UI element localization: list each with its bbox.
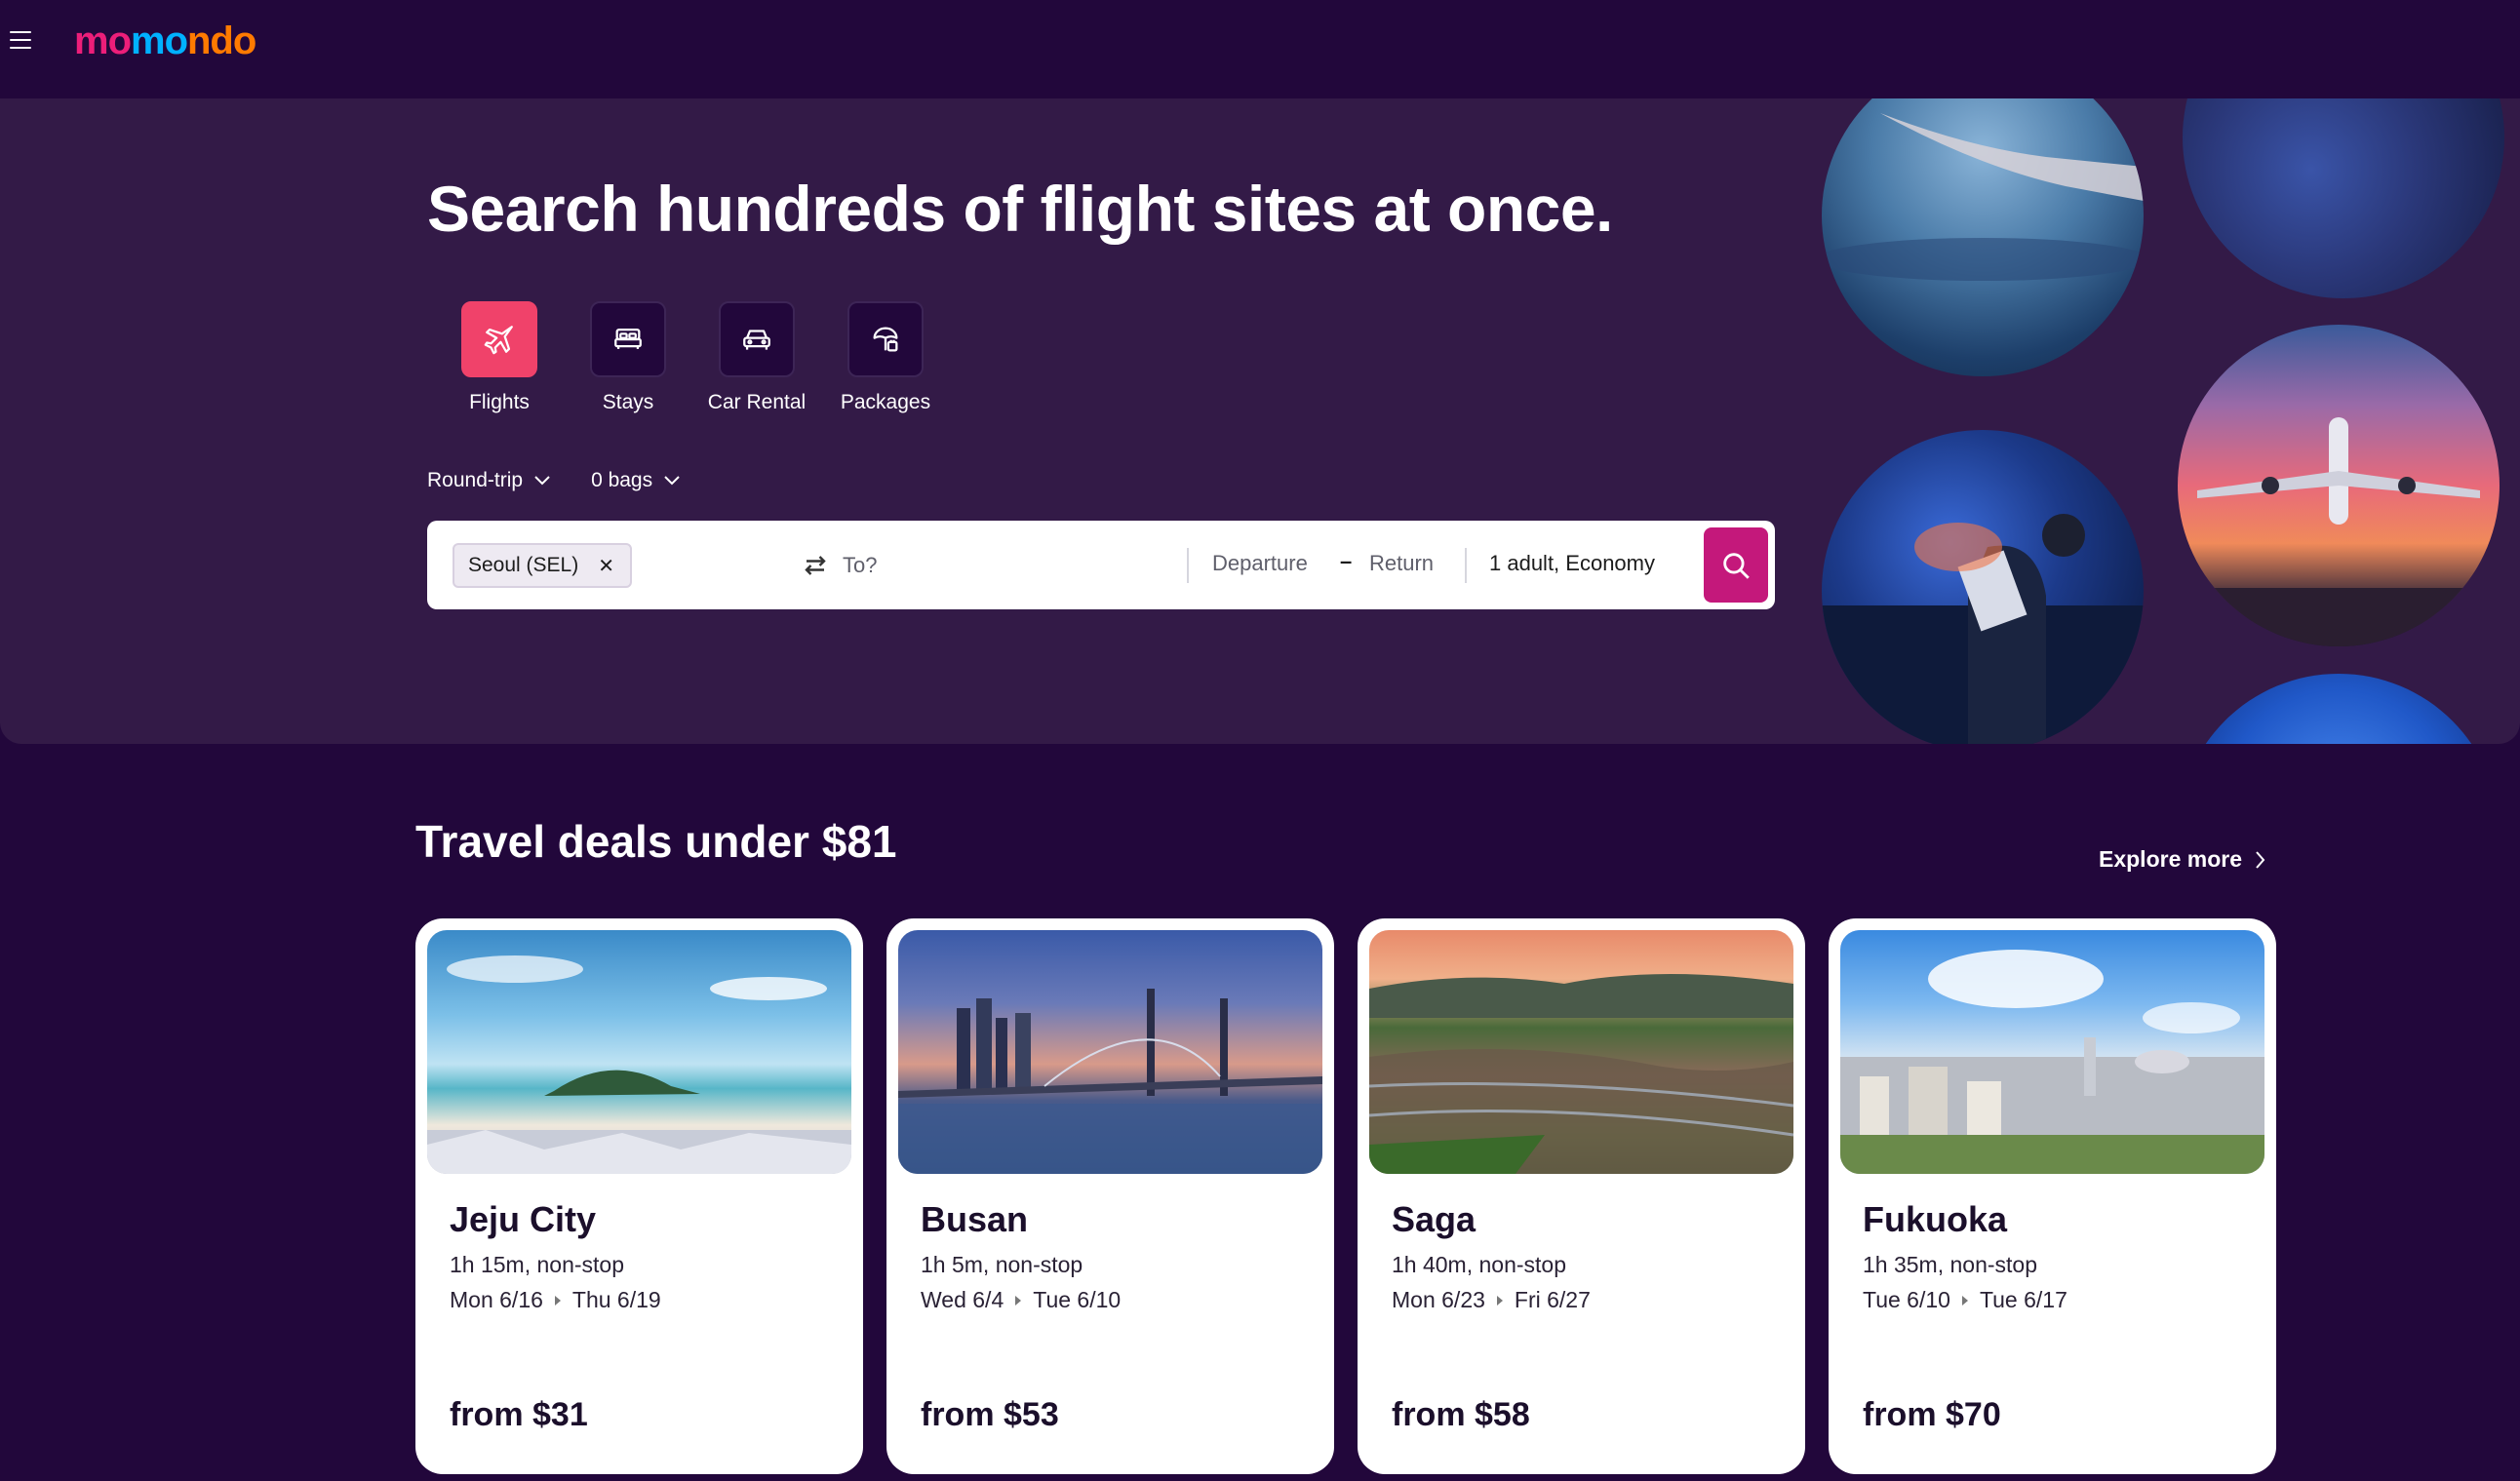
card-city: Fukuoka <box>1863 1199 2008 1239</box>
card-price: from $53 <box>921 1396 1059 1433</box>
card-price: from $31 <box>450 1396 588 1433</box>
card-price: from $70 <box>1863 1396 2001 1433</box>
card-city: Jeju City <box>450 1199 597 1239</box>
vertical-nav: Flights Stays Car Rental Packages <box>435 301 950 414</box>
card-dates: Wed 6/4 Tue 6/10 <box>921 1287 1121 1313</box>
deal-card-jeju[interactable]: Jeju City 1h 15m, non-stop Mon 6/16 Thu … <box>415 918 863 1474</box>
bed-icon <box>590 301 666 377</box>
deal-card-saga[interactable]: Saga 1h 40m, non-stop Mon 6/23 Fri 6/27 … <box>1358 918 1805 1474</box>
card-return-date: Tue 6/10 <box>1033 1287 1122 1312</box>
deal-cards: Jeju City 1h 15m, non-stop Mon 6/16 Thu … <box>415 918 2276 1474</box>
airplane-cabin-photo <box>1822 430 2144 744</box>
trip-type-dropdown[interactable]: Round-trip <box>427 469 550 492</box>
flight-search-bar: Seoul (SEL) ✕ Departure – Return 1 adult… <box>427 521 1775 609</box>
arrow-right-icon <box>1496 1295 1503 1306</box>
bags-label: 0 bags <box>591 469 653 491</box>
busan-bridge-photo <box>898 930 1322 1174</box>
hero-section: Search hundreds of flight sites at once.… <box>0 98 2520 744</box>
deal-card-fukuoka[interactable]: Fukuoka 1h 35m, non-stop Tue 6/10 Tue 6/… <box>1829 918 2276 1474</box>
jeju-beach-photo <box>427 930 851 1174</box>
vertical-label-flights: Flights <box>469 391 530 413</box>
card-city: Saga <box>1392 1199 1477 1239</box>
card-duration: 1h 5m, non-stop <box>921 1252 1083 1277</box>
vertical-flights[interactable]: Flights <box>435 301 564 414</box>
travelers-selector[interactable]: 1 adult, Economy <box>1489 551 1655 576</box>
trip-options: Round-trip 0 bags <box>427 469 680 492</box>
card-duration: 1h 35m, non-stop <box>1863 1252 2038 1277</box>
bags-dropdown[interactable]: 0 bags <box>591 469 680 492</box>
hamburger-menu-icon[interactable] <box>10 31 31 49</box>
explore-more-link[interactable]: Explore more <box>2099 846 2265 873</box>
departure-date[interactable]: Departure <box>1212 551 1308 576</box>
vertical-label-car-rental: Car Rental <box>707 391 807 413</box>
card-depart-date: Tue 6/10 <box>1863 1287 1950 1312</box>
origin-chip-label: Seoul (SEL) <box>468 554 579 576</box>
card-city: Busan <box>921 1199 1029 1239</box>
logo-text-part2: mo <box>131 19 188 62</box>
chevron-down-icon <box>664 476 680 486</box>
card-depart-date: Mon 6/16 <box>450 1287 543 1312</box>
hero-title: Search hundreds of flight sites at once. <box>427 173 1613 245</box>
deal-card-busan[interactable]: Busan 1h 5m, non-stop Wed 6/4 Tue 6/10 f… <box>886 918 1334 1474</box>
card-depart-date: Mon 6/23 <box>1392 1287 1485 1312</box>
card-depart-date: Wed 6/4 <box>921 1287 1004 1312</box>
logo-text-part3: ndo <box>187 19 256 62</box>
top-bar: momondo <box>0 0 2520 98</box>
card-return-date: Thu 6/19 <box>571 1287 661 1312</box>
card-dates: Mon 6/16 Thu 6/19 <box>450 1287 661 1313</box>
swap-icon[interactable] <box>798 548 833 583</box>
arrow-right-icon <box>554 1295 561 1306</box>
deals-heading: Travel deals under $81 <box>415 816 897 867</box>
card-dates: Tue 6/10 Tue 6/17 <box>1863 1287 2067 1313</box>
chevron-down-icon <box>534 476 550 486</box>
chevron-right-icon <box>2256 850 2265 869</box>
car-icon <box>719 301 795 377</box>
vertical-stays[interactable]: Stays <box>564 301 692 414</box>
card-return-date: Fri 6/27 <box>1514 1287 1591 1312</box>
explore-more-label: Explore more <box>2099 846 2242 872</box>
search-divider <box>1187 548 1189 583</box>
card-return-date: Tue 6/17 <box>1979 1287 2067 1312</box>
destination-input[interactable] <box>841 545 1162 586</box>
vertical-packages[interactable]: Packages <box>821 301 950 414</box>
card-duration: 1h 40m, non-stop <box>1392 1252 1567 1277</box>
search-divider <box>1465 548 1467 583</box>
origin-chip[interactable]: Seoul (SEL) ✕ <box>453 543 632 588</box>
card-dates: Mon 6/23 Fri 6/27 <box>1392 1287 1591 1313</box>
arrow-right-icon <box>1961 1295 1968 1306</box>
return-date[interactable]: Return <box>1369 551 1434 576</box>
trip-type-label: Round-trip <box>427 469 524 491</box>
vertical-label-stays: Stays <box>602 391 654 413</box>
saga-rice-terraces-photo <box>1369 930 1793 1174</box>
beach-umbrella-icon <box>847 301 924 377</box>
logo-text-part1: mo <box>74 19 132 62</box>
momondo-logo[interactable]: momondo <box>74 16 256 66</box>
vertical-car-rental[interactable]: Car Rental <box>692 301 821 414</box>
card-duration: 1h 15m, non-stop <box>450 1252 625 1277</box>
arrow-right-icon <box>1015 1295 1022 1306</box>
remove-origin-icon[interactable]: ✕ <box>598 554 614 578</box>
plane-landing-sunset-photo <box>2178 325 2500 646</box>
date-separator: – <box>1340 549 1353 573</box>
search-icon <box>1723 552 1750 579</box>
card-price: from $58 <box>1392 1396 1530 1433</box>
plane-in-blue-sky-photo <box>2178 674 2500 744</box>
fukuoka-city-photo <box>1840 930 2264 1174</box>
night-sky-photo <box>2183 98 2504 298</box>
search-button[interactable] <box>1704 527 1768 603</box>
airplane-wing-photo <box>1822 98 2144 376</box>
vertical-label-packages: Packages <box>840 391 931 413</box>
plane-icon <box>461 301 537 377</box>
